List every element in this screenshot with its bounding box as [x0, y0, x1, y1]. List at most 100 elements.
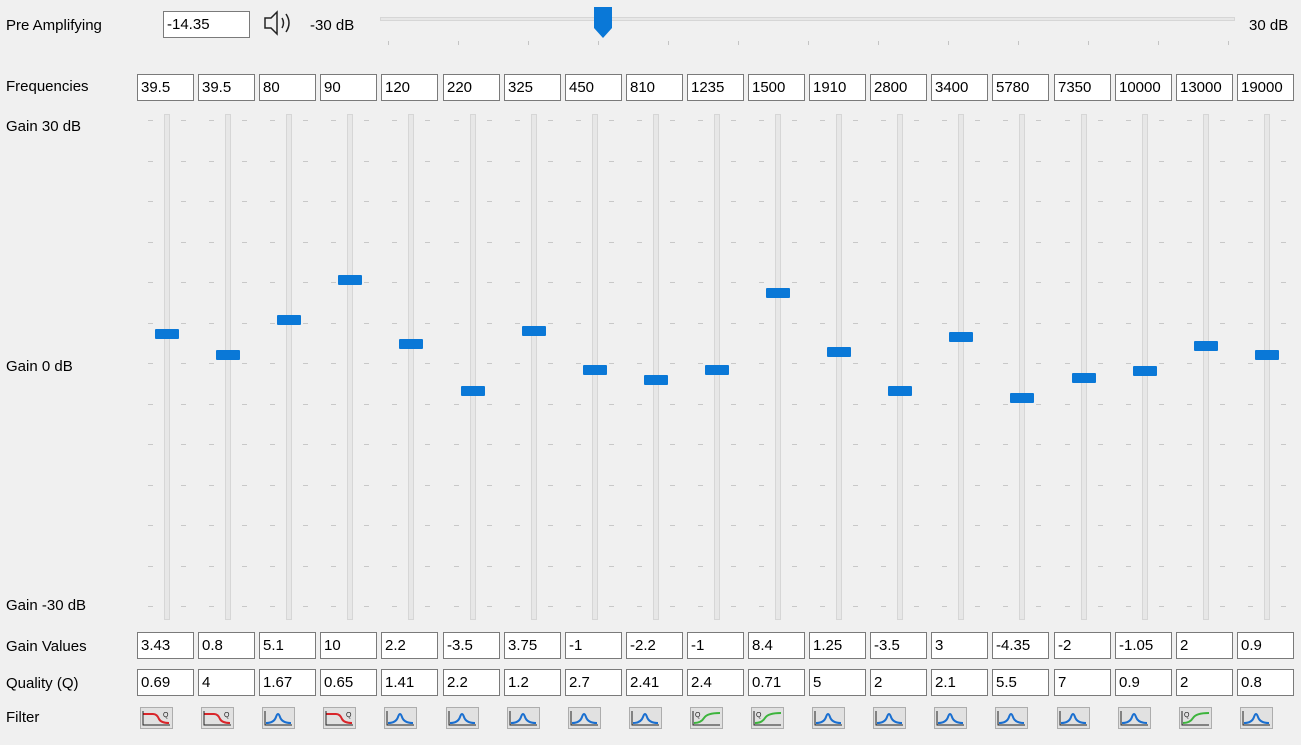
filter-type-button[interactable]	[1240, 707, 1273, 729]
frequency-input[interactable]: 325	[504, 74, 561, 101]
gain-slider-track[interactable]	[347, 114, 353, 620]
gain-value-input[interactable]: 3.75	[504, 632, 561, 659]
preamp-slider-thumb[interactable]	[593, 6, 613, 40]
quality-input[interactable]: 2.1	[931, 669, 988, 696]
quality-input[interactable]: 0.69	[137, 669, 194, 696]
filter-type-button[interactable]	[262, 707, 295, 729]
gain-value-input[interactable]: 2	[1176, 632, 1233, 659]
gain-slider-thumb[interactable]	[277, 315, 301, 325]
gain-slider-track[interactable]	[958, 114, 964, 620]
frequency-input[interactable]: 120	[381, 74, 438, 101]
speaker-icon[interactable]	[262, 8, 296, 38]
gain-slider-thumb[interactable]	[705, 365, 729, 375]
quality-input[interactable]: 7	[1054, 669, 1111, 696]
gain-value-input[interactable]: 8.4	[748, 632, 805, 659]
frequency-input[interactable]: 3400	[931, 74, 988, 101]
quality-input[interactable]: 1.41	[381, 669, 438, 696]
gain-value-input[interactable]: 3.43	[137, 632, 194, 659]
gain-value-input[interactable]: 1.25	[809, 632, 866, 659]
gain-value-input[interactable]: 0.9	[1237, 632, 1294, 659]
quality-input[interactable]: 5	[809, 669, 866, 696]
filter-type-button[interactable]	[568, 707, 601, 729]
gain-slider-thumb[interactable]	[766, 288, 790, 298]
gain-slider-track[interactable]	[408, 114, 414, 620]
frequency-input[interactable]: 5780	[992, 74, 1049, 101]
frequency-input[interactable]: 2800	[870, 74, 927, 101]
quality-input[interactable]: 5.5	[992, 669, 1049, 696]
filter-type-button[interactable]: Q	[1179, 707, 1212, 729]
gain-slider-track[interactable]	[164, 114, 170, 620]
preamp-slider-track[interactable]	[380, 17, 1235, 21]
quality-input[interactable]: 2	[1176, 669, 1233, 696]
frequency-input[interactable]: 80	[259, 74, 316, 101]
gain-slider-thumb[interactable]	[1133, 366, 1157, 376]
quality-input[interactable]: 0.9	[1115, 669, 1172, 696]
gain-value-input[interactable]: -2.2	[626, 632, 683, 659]
filter-type-button[interactable]	[384, 707, 417, 729]
gain-slider-track[interactable]	[470, 114, 476, 620]
gain-value-input[interactable]: -3.5	[870, 632, 927, 659]
filter-type-button[interactable]	[995, 707, 1028, 729]
quality-input[interactable]: 2.7	[565, 669, 622, 696]
gain-slider-thumb[interactable]	[827, 347, 851, 357]
quality-input[interactable]: 2.2	[443, 669, 500, 696]
gain-value-input[interactable]: 2.2	[381, 632, 438, 659]
gain-slider-thumb[interactable]	[1255, 350, 1279, 360]
frequency-input[interactable]: 1500	[748, 74, 805, 101]
gain-slider-track[interactable]	[653, 114, 659, 620]
gain-value-input[interactable]: -1.05	[1115, 632, 1172, 659]
gain-slider-track[interactable]	[286, 114, 292, 620]
frequency-input[interactable]: 7350	[1054, 74, 1111, 101]
filter-type-button[interactable]	[1057, 707, 1090, 729]
filter-type-button[interactable]	[1118, 707, 1151, 729]
gain-value-input[interactable]: -4.35	[992, 632, 1049, 659]
filter-type-button[interactable]	[629, 707, 662, 729]
quality-input[interactable]: 1.67	[259, 669, 316, 696]
frequency-input[interactable]: 10000	[1115, 74, 1172, 101]
preamp-value-input[interactable]: -14.35	[163, 11, 250, 38]
quality-input[interactable]: 2.4	[687, 669, 744, 696]
frequency-input[interactable]: 810	[626, 74, 683, 101]
gain-value-input[interactable]: -1	[565, 632, 622, 659]
filter-type-button[interactable]: Q	[201, 707, 234, 729]
quality-input[interactable]: 0.8	[1237, 669, 1294, 696]
gain-slider-track[interactable]	[1019, 114, 1025, 620]
gain-slider-thumb[interactable]	[522, 326, 546, 336]
gain-slider-track[interactable]	[897, 114, 903, 620]
gain-slider-track[interactable]	[225, 114, 231, 620]
frequency-input[interactable]: 90	[320, 74, 377, 101]
gain-value-input[interactable]: -1	[687, 632, 744, 659]
filter-type-button[interactable]	[507, 707, 540, 729]
gain-value-input[interactable]: 0.8	[198, 632, 255, 659]
gain-slider-thumb[interactable]	[583, 365, 607, 375]
gain-slider-track[interactable]	[1081, 114, 1087, 620]
frequency-input[interactable]: 450	[565, 74, 622, 101]
gain-value-input[interactable]: 3	[931, 632, 988, 659]
filter-type-button[interactable]	[934, 707, 967, 729]
gain-slider-track[interactable]	[1203, 114, 1209, 620]
frequency-input[interactable]: 1910	[809, 74, 866, 101]
quality-input[interactable]: 2	[870, 669, 927, 696]
gain-slider-thumb[interactable]	[1194, 341, 1218, 351]
gain-slider-thumb[interactable]	[216, 350, 240, 360]
gain-slider-thumb[interactable]	[1072, 373, 1096, 383]
quality-input[interactable]: 1.2	[504, 669, 561, 696]
quality-input[interactable]: 0.71	[748, 669, 805, 696]
filter-type-button[interactable]: Q	[323, 707, 356, 729]
gain-value-input[interactable]: 5.1	[259, 632, 316, 659]
quality-input[interactable]: 2.41	[626, 669, 683, 696]
filter-type-button[interactable]: Q	[751, 707, 784, 729]
gain-value-input[interactable]: -3.5	[443, 632, 500, 659]
quality-input[interactable]: 4	[198, 669, 255, 696]
filter-type-button[interactable]	[812, 707, 845, 729]
gain-slider-thumb[interactable]	[461, 386, 485, 396]
gain-slider-thumb[interactable]	[644, 375, 668, 385]
gain-slider-track[interactable]	[836, 114, 842, 620]
filter-type-button[interactable]: Q	[140, 707, 173, 729]
gain-slider-thumb[interactable]	[949, 332, 973, 342]
gain-slider-thumb[interactable]	[888, 386, 912, 396]
frequency-input[interactable]: 13000	[1176, 74, 1233, 101]
gain-value-input[interactable]: 10	[320, 632, 377, 659]
gain-slider-thumb[interactable]	[399, 339, 423, 349]
frequency-input[interactable]: 39.5	[137, 74, 194, 101]
